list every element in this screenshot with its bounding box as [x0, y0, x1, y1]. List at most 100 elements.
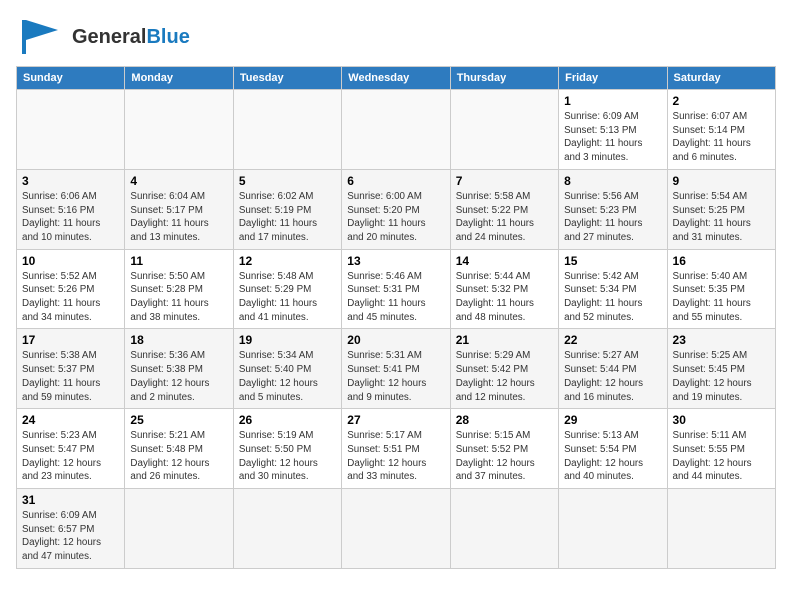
- day-number: 17: [22, 333, 119, 347]
- day-info: Sunrise: 5:27 AM Sunset: 5:44 PM Dayligh…: [564, 349, 661, 404]
- calendar-cell: 14Sunrise: 5:44 AM Sunset: 5:32 PM Dayli…: [450, 249, 558, 329]
- day-info: Sunrise: 5:42 AM Sunset: 5:34 PM Dayligh…: [564, 270, 661, 325]
- day-number: 12: [239, 254, 336, 268]
- day-info: Sunrise: 5:58 AM Sunset: 5:22 PM Dayligh…: [456, 190, 553, 245]
- day-info: Sunrise: 5:29 AM Sunset: 5:42 PM Dayligh…: [456, 349, 553, 404]
- day-number: 7: [456, 174, 553, 188]
- day-number: 10: [22, 254, 119, 268]
- calendar-table: SundayMondayTuesdayWednesdayThursdayFrid…: [16, 66, 776, 569]
- calendar-cell: [233, 90, 341, 170]
- page-header: GeneralBlue: [16, 16, 776, 58]
- day-info: Sunrise: 6:07 AM Sunset: 5:14 PM Dayligh…: [673, 110, 770, 165]
- calendar-cell: 12Sunrise: 5:48 AM Sunset: 5:29 PM Dayli…: [233, 249, 341, 329]
- calendar-cell: 27 Sunrise: 5:17 AM Sunset: 5:51 PM Dayli…: [342, 409, 450, 489]
- calendar-cell: 11 Sunrise: 5:50 AM Sunset: 5:28 PM Dayli…: [125, 249, 233, 329]
- day-number: 11: [130, 254, 227, 268]
- logo-text: GeneralBlue: [72, 27, 190, 47]
- day-number: 13: [347, 254, 444, 268]
- calendar-cell: 16Sunrise: 5:40 AM Sunset: 5:35 PM Dayli…: [667, 249, 775, 329]
- day-info: Sunrise: 5:31 AM Sunset: 5:41 PM Dayligh…: [347, 349, 444, 404]
- calendar-cell: 17Sunrise: 5:38 AM Sunset: 5:37 PM Dayli…: [17, 329, 125, 409]
- calendar-cell: 29 Sunrise: 5:13 AM Sunset: 5:54 PM Dayli…: [559, 409, 667, 489]
- header-day-thursday: Thursday: [450, 67, 558, 90]
- day-number: 3: [22, 174, 119, 188]
- day-info: Sunrise: 6:04 AM Sunset: 5:17 PM Dayligh…: [130, 190, 227, 245]
- calendar-cell: 30 Sunrise: 5:11 AM Sunset: 5:55 PM Dayli…: [667, 409, 775, 489]
- day-info: Sunrise: 5:23 AM Sunset: 5:47 PM Dayligh…: [22, 429, 119, 484]
- header-day-monday: Monday: [125, 67, 233, 90]
- calendar-cell: 10 Sunrise: 5:52 AM Sunset: 5:26 PM Dayli…: [17, 249, 125, 329]
- calendar-cell: 26 Sunrise: 5:19 AM Sunset: 5:50 PM Dayli…: [233, 409, 341, 489]
- day-info: Sunrise: 5:34 AM Sunset: 5:40 PM Dayligh…: [239, 349, 336, 404]
- day-number: 18: [130, 333, 227, 347]
- calendar-cell: 28Sunrise: 5:15 AM Sunset: 5:52 PM Dayli…: [450, 409, 558, 489]
- day-number: 16: [673, 254, 770, 268]
- header-day-tuesday: Tuesday: [233, 67, 341, 90]
- day-number: 15: [564, 254, 661, 268]
- calendar-cell: 5 Sunrise: 6:02 AM Sunset: 5:19 PM Daylig…: [233, 169, 341, 249]
- calendar-header: SundayMondayTuesdayWednesdayThursdayFrid…: [17, 67, 776, 90]
- day-info: Sunrise: 5:46 AM Sunset: 5:31 PM Dayligh…: [347, 270, 444, 325]
- day-number: 8: [564, 174, 661, 188]
- calendar-cell: 1Sunrise: 6:09 AM Sunset: 5:13 PM Daylig…: [559, 90, 667, 170]
- day-info: Sunrise: 5:54 AM Sunset: 5:25 PM Dayligh…: [673, 190, 770, 245]
- calendar-cell: [559, 489, 667, 569]
- calendar-cell: [342, 489, 450, 569]
- calendar-cell: 18 Sunrise: 5:36 AM Sunset: 5:38 PM Dayli…: [125, 329, 233, 409]
- calendar-cell: 23Sunrise: 5:25 AM Sunset: 5:45 PM Dayli…: [667, 329, 775, 409]
- calendar-week-5: 31 Sunrise: 6:09 AM Sunset: 6:57 PM Dayli…: [17, 489, 776, 569]
- header-day-wednesday: Wednesday: [342, 67, 450, 90]
- day-info: Sunrise: 5:36 AM Sunset: 5:38 PM Dayligh…: [130, 349, 227, 404]
- calendar-cell: [125, 90, 233, 170]
- day-number: 1: [564, 94, 661, 108]
- day-number: 19: [239, 333, 336, 347]
- day-number: 29: [564, 413, 661, 427]
- calendar-cell: [450, 489, 558, 569]
- calendar-cell: [125, 489, 233, 569]
- day-info: Sunrise: 5:25 AM Sunset: 5:45 PM Dayligh…: [673, 349, 770, 404]
- calendar-cell: [17, 90, 125, 170]
- day-number: 31: [22, 493, 119, 507]
- calendar-cell: [667, 489, 775, 569]
- day-number: 5: [239, 174, 336, 188]
- calendar-cell: 24Sunrise: 5:23 AM Sunset: 5:47 PM Dayli…: [17, 409, 125, 489]
- calendar-cell: 19 Sunrise: 5:34 AM Sunset: 5:40 PM Dayli…: [233, 329, 341, 409]
- calendar-cell: [342, 90, 450, 170]
- day-info: Sunrise: 5:44 AM Sunset: 5:32 PM Dayligh…: [456, 270, 553, 325]
- day-info: Sunrise: 6:06 AM Sunset: 5:16 PM Dayligh…: [22, 190, 119, 245]
- header-row: SundayMondayTuesdayWednesdayThursdayFrid…: [17, 67, 776, 90]
- day-info: Sunrise: 5:52 AM Sunset: 5:26 PM Dayligh…: [22, 270, 119, 325]
- calendar-cell: 25Sunrise: 5:21 AM Sunset: 5:48 PM Dayli…: [125, 409, 233, 489]
- calendar-cell: 31 Sunrise: 6:09 AM Sunset: 6:57 PM Dayli…: [17, 489, 125, 569]
- calendar-cell: 8 Sunrise: 5:56 AM Sunset: 5:23 PM Daylig…: [559, 169, 667, 249]
- day-number: 21: [456, 333, 553, 347]
- calendar-cell: 15 Sunrise: 5:42 AM Sunset: 5:34 PM Dayli…: [559, 249, 667, 329]
- calendar-cell: 7 Sunrise: 5:58 AM Sunset: 5:22 PM Daylig…: [450, 169, 558, 249]
- day-info: Sunrise: 5:19 AM Sunset: 5:50 PM Dayligh…: [239, 429, 336, 484]
- day-number: 6: [347, 174, 444, 188]
- calendar-week-0: 1Sunrise: 6:09 AM Sunset: 5:13 PM Daylig…: [17, 90, 776, 170]
- day-number: 26: [239, 413, 336, 427]
- calendar-cell: [450, 90, 558, 170]
- day-number: 30: [673, 413, 770, 427]
- calendar-cell: 3 Sunrise: 6:06 AM Sunset: 5:16 PM Daylig…: [17, 169, 125, 249]
- day-number: 22: [564, 333, 661, 347]
- header-day-sunday: Sunday: [17, 67, 125, 90]
- day-info: Sunrise: 5:50 AM Sunset: 5:28 PM Dayligh…: [130, 270, 227, 325]
- day-number: 27: [347, 413, 444, 427]
- day-number: 2: [673, 94, 770, 108]
- day-info: Sunrise: 6:02 AM Sunset: 5:19 PM Dayligh…: [239, 190, 336, 245]
- calendar-cell: 22 Sunrise: 5:27 AM Sunset: 5:44 PM Dayli…: [559, 329, 667, 409]
- calendar-week-1: 3 Sunrise: 6:06 AM Sunset: 5:16 PM Daylig…: [17, 169, 776, 249]
- calendar-cell: 4Sunrise: 6:04 AM Sunset: 5:17 PM Daylig…: [125, 169, 233, 249]
- day-info: Sunrise: 5:56 AM Sunset: 5:23 PM Dayligh…: [564, 190, 661, 245]
- day-info: Sunrise: 5:13 AM Sunset: 5:54 PM Dayligh…: [564, 429, 661, 484]
- day-info: Sunrise: 5:17 AM Sunset: 5:51 PM Dayligh…: [347, 429, 444, 484]
- calendar-week-3: 17Sunrise: 5:38 AM Sunset: 5:37 PM Dayli…: [17, 329, 776, 409]
- day-number: 20: [347, 333, 444, 347]
- header-day-friday: Friday: [559, 67, 667, 90]
- day-info: Sunrise: 6:09 AM Sunset: 6:57 PM Dayligh…: [22, 509, 119, 564]
- calendar-cell: 21 Sunrise: 5:29 AM Sunset: 5:42 PM Dayli…: [450, 329, 558, 409]
- day-info: Sunrise: 5:11 AM Sunset: 5:55 PM Dayligh…: [673, 429, 770, 484]
- calendar-cell: 20 Sunrise: 5:31 AM Sunset: 5:41 PM Dayli…: [342, 329, 450, 409]
